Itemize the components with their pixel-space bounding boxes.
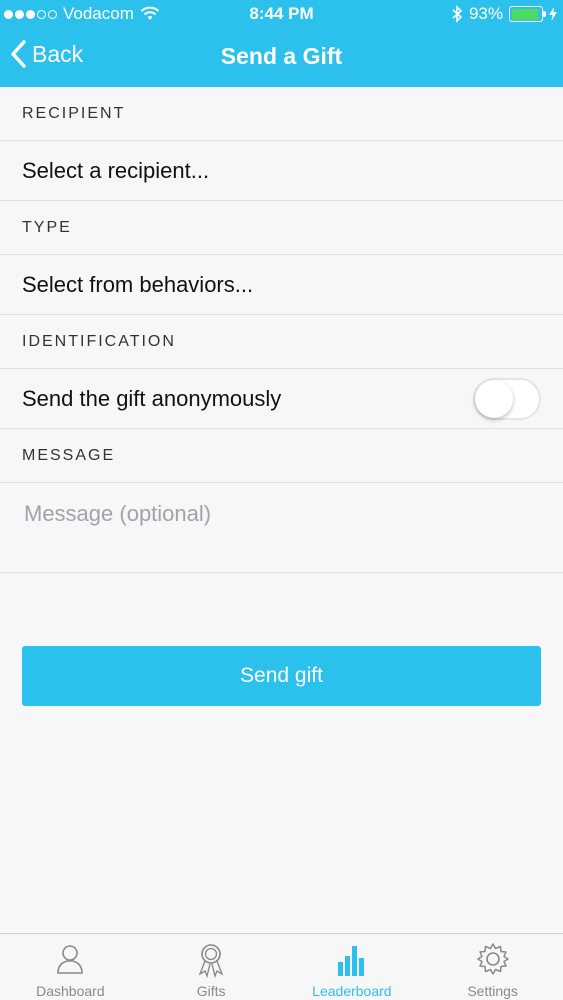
recipient-header: RECIPIENT — [0, 87, 563, 141]
tab-label-settings: Settings — [467, 983, 518, 999]
tab-leaderboard[interactable]: Leaderboard — [282, 934, 423, 1000]
battery-percent: 93% — [468, 4, 503, 23]
message-header: MESSAGE — [0, 429, 563, 483]
anonymous-label: Send the gift anonymously — [22, 385, 282, 411]
recipient-selector[interactable]: Select a recipient... — [0, 141, 563, 201]
send-gift-button[interactable]: Send gift — [22, 646, 541, 706]
bar-chart-icon — [337, 946, 364, 976]
tab-gifts[interactable]: Gifts — [141, 934, 282, 1000]
tab-label-dashboard: Dashboard — [36, 983, 105, 999]
anonymous-row: Send the gift anonymously — [0, 369, 563, 429]
anonymous-toggle[interactable] — [473, 378, 541, 420]
message-area — [0, 483, 563, 573]
tab-bar: Dashboard Gifts Leaderboard Settings — [0, 933, 563, 1000]
bluetooth-icon — [452, 5, 463, 23]
toggle-knob — [475, 380, 513, 418]
charging-bolt-icon — [549, 7, 557, 21]
battery-level — [511, 8, 538, 20]
tab-settings[interactable]: Settings — [422, 934, 563, 1000]
type-value: Select from behaviors... — [22, 271, 254, 297]
identification-header: IDENTIFICATION — [0, 315, 563, 369]
message-input[interactable] — [24, 501, 524, 527]
tab-dashboard[interactable]: Dashboard — [0, 934, 141, 1000]
gear-icon — [476, 943, 509, 975]
type-selector[interactable]: Select from behaviors... — [0, 255, 563, 315]
battery-icon — [509, 6, 546, 22]
status-bar: Vodacom 8:44 PM 93% — [0, 0, 563, 30]
recipient-value: Select a recipient... — [22, 157, 210, 183]
status-right: 93% — [451, 4, 557, 24]
tab-label-leaderboard: Leaderboard — [312, 983, 392, 999]
award-ribbon-icon — [198, 944, 224, 978]
gift-form: RECIPIENT Select a recipient... TYPE Sel… — [0, 87, 563, 573]
page-title: Send a Gift — [220, 43, 343, 69]
header: Vodacom 8:44 PM 93% Back Send a Gift — [0, 0, 563, 87]
person-icon — [57, 945, 84, 974]
type-header: TYPE — [0, 201, 563, 255]
nav-bar: Back Send a Gift — [0, 30, 563, 87]
tab-label-gifts: Gifts — [196, 983, 226, 999]
